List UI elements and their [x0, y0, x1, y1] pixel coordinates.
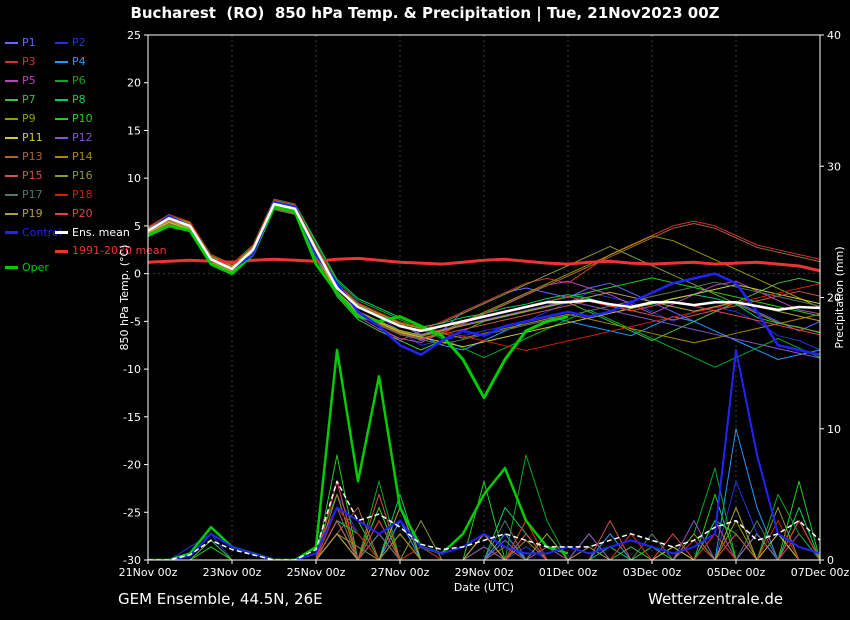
ytick-left-label: -10: [123, 363, 141, 376]
xtick-label: 05Dec 00z: [707, 566, 766, 579]
series-oper-precip: [148, 350, 568, 560]
xtick-label: 29Nov 00z: [455, 566, 514, 579]
ytick-left-label: -20: [123, 459, 141, 472]
series-p20-temp: [148, 203, 820, 335]
xtick-label: 27Nov 00z: [371, 566, 430, 579]
ytick-left-label: -15: [123, 411, 141, 424]
xtick-label: 01Dec 00z: [539, 566, 598, 579]
ytick-left-label: 5: [134, 220, 141, 233]
xtick-label: 07Dec 00z: [791, 566, 850, 579]
ytick-right-label: 40: [827, 29, 841, 42]
y-axis-title-right: Precipitation (mm): [833, 246, 846, 348]
footer-model-label: GEM Ensemble, 44.5N, 26E: [118, 590, 323, 608]
y-axis-title-left: 850 hPa Temp. (°C): [118, 245, 131, 351]
meteogram-page: Bucharest (RO) 850 hPa Temp. & Precipita…: [0, 0, 850, 620]
xtick-label: 23Nov 00z: [203, 566, 262, 579]
x-axis-title: Date (UTC): [454, 581, 514, 594]
xtick-label: 03Dec 00z: [623, 566, 682, 579]
ytick-right-label: 10: [827, 423, 841, 436]
meteogram-canvas: 2520151050-5-10-15-20-25-3040302010021No…: [0, 0, 850, 620]
ytick-left-label: 10: [127, 172, 141, 185]
xtick-label: 25Nov 00z: [287, 566, 346, 579]
ytick-left-label: 20: [127, 77, 141, 90]
ytick-left-label: 15: [127, 124, 141, 137]
xtick-label: 21Nov 00z: [119, 566, 178, 579]
ytick-left-label: -25: [123, 506, 141, 519]
ytick-left-label: 25: [127, 29, 141, 42]
ytick-right-label: 30: [827, 160, 841, 173]
footer-site-label: Wetterzentrale.de: [648, 590, 783, 608]
ytick-left-label: -5: [130, 315, 141, 328]
ytick-left-label: 0: [134, 268, 141, 281]
